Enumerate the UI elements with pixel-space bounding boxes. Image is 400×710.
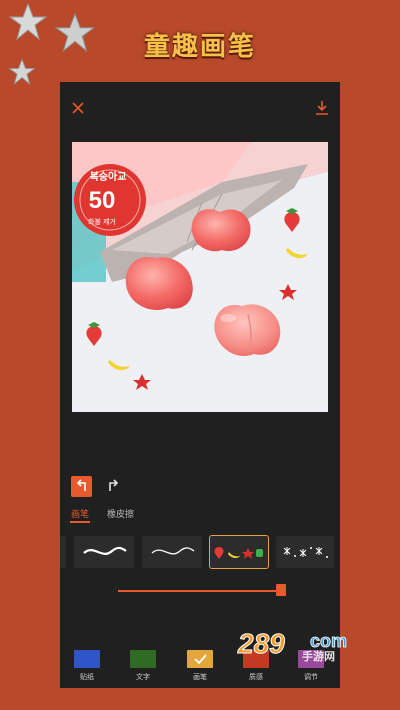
brush-option-snowflakes[interactable] <box>276 536 334 568</box>
tool-label: 调节 <box>304 673 318 681</box>
package-text-3: 화불 제거 <box>88 217 116 226</box>
tool-label: 文字 <box>136 673 150 681</box>
undo-icon <box>76 479 86 491</box>
undo-button[interactable] <box>71 476 92 497</box>
editor-screen: 복숭아교 50 화불 제거 画笔 橡皮擦 贴纸 文字 画笔 质感 调节 <box>60 82 340 688</box>
tool-label: 画笔 <box>193 673 207 681</box>
wave-bold-icon <box>83 546 127 555</box>
fruit-stickers-icon <box>214 547 263 559</box>
watermark-site-name: 手游网 <box>302 650 335 663</box>
package-text-2: 50 <box>89 187 116 214</box>
tool-label: 贴纸 <box>80 673 94 681</box>
snowflake-icon <box>283 547 328 558</box>
tool-label: 质感 <box>249 673 263 681</box>
brush-size-slider[interactable] <box>118 590 280 592</box>
brush-size-slider-handle[interactable] <box>276 584 286 596</box>
tab-brush[interactable]: 画笔 <box>71 507 89 520</box>
close-icon[interactable] <box>72 102 84 114</box>
redo-icon <box>109 479 119 491</box>
check-icon <box>187 650 213 668</box>
photo-image: 복숭아교 50 화불 제거 <box>72 142 328 412</box>
text-icon <box>130 650 156 668</box>
tool-brush[interactable]: 画笔 <box>185 650 215 682</box>
tab-eraser[interactable]: 橡皮擦 <box>107 507 134 520</box>
watermark-logo-text: 289 <box>237 628 285 659</box>
photo-canvas[interactable]: 복숭아교 50 화불 제거 <box>72 142 328 412</box>
package-text-1: 복숭아교 <box>90 170 127 183</box>
brush-option-wave-thin[interactable] <box>142 536 202 568</box>
redo-button[interactable] <box>103 476 124 497</box>
wave-thin-icon <box>151 547 195 555</box>
banner-title: 童趣画笔 <box>143 32 256 62</box>
brush-option-fruit-stickers[interactable] <box>209 535 269 569</box>
tool-sticker[interactable]: 贴纸 <box>72 650 102 682</box>
active-tab-indicator <box>70 521 90 523</box>
sticker-icon <box>74 650 100 668</box>
brush-option-wave-bold[interactable] <box>74 536 134 568</box>
download-icon[interactable] <box>314 100 330 116</box>
top-bar <box>60 82 340 132</box>
tool-text[interactable]: 文字 <box>128 650 158 682</box>
brush-option-partial[interactable] <box>60 536 66 568</box>
